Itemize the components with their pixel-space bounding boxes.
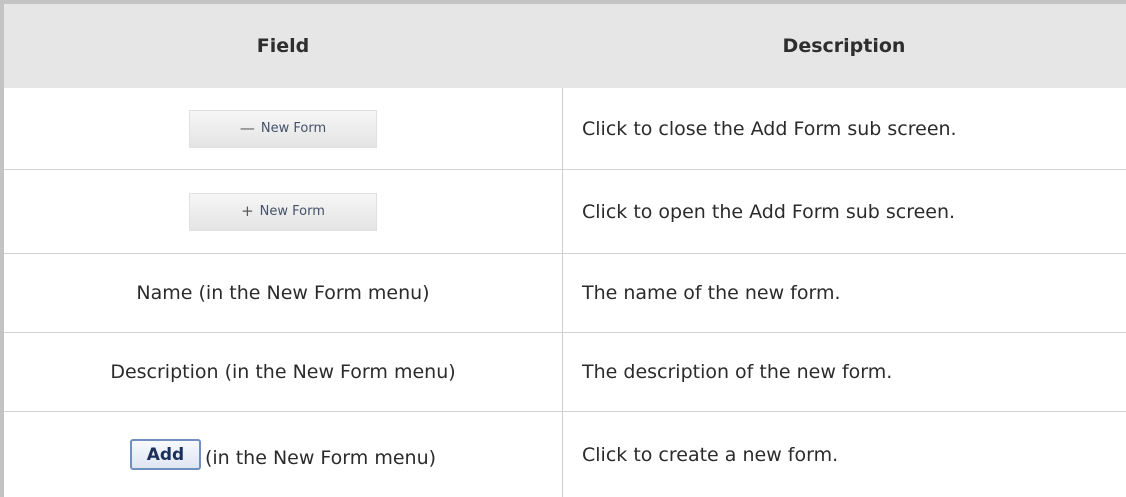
field-cell: Name (in the New Form menu)	[136, 282, 430, 304]
minus-icon: —	[239, 119, 255, 137]
collapse-new-form-button[interactable]: — New Form	[189, 109, 377, 148]
button-label: New Form	[259, 204, 325, 219]
expand-new-form-button[interactable]: + New Form	[189, 192, 377, 231]
header-field: Field	[256, 35, 310, 57]
field-suffix: (in the New Form menu)	[204, 446, 437, 469]
field-cell: + New Form	[4, 170, 562, 253]
table-row: Name (in the New Form menu) The name of …	[4, 254, 1126, 333]
field-cell: Description (in the New Form menu)	[110, 361, 456, 383]
description-cell: Click to create a new form.	[582, 443, 839, 466]
column-divider	[562, 88, 563, 497]
table-row: Description (in the New Form menu) The d…	[4, 333, 1126, 412]
description-cell: Click to close the Add Form sub screen.	[582, 117, 957, 140]
description-cell: The name of the new form.	[582, 282, 841, 304]
plus-icon: +	[241, 202, 254, 220]
table-row: — New Form Click to close the Add Form s…	[4, 88, 1126, 170]
field-description-table: Field Description — New Form Click to cl…	[0, 0, 1126, 497]
table-top-border	[0, 0, 1126, 4]
description-cell: Click to open the Add Form sub screen.	[582, 200, 956, 223]
description-cell: The description of the new form.	[582, 361, 893, 383]
table-header-row: Field Description	[4, 4, 1126, 88]
add-button[interactable]: Add	[129, 439, 201, 470]
field-cell: Add (in the New Form menu)	[4, 412, 562, 497]
table-left-border	[0, 0, 4, 497]
table-row: + New Form Click to open the Add Form su…	[4, 170, 1126, 254]
field-cell: — New Form	[4, 88, 562, 169]
button-label: New Form	[260, 121, 327, 136]
table-row: Add (in the New Form menu) Click to crea…	[4, 412, 1126, 497]
header-description: Description	[782, 35, 906, 57]
